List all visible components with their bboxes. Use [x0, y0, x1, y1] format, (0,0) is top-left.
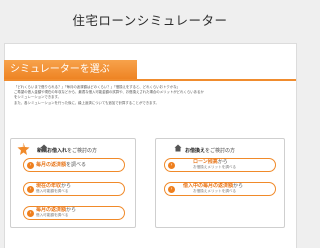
- intro-text: 「どれくらいまで借りられる？」「毎月の返済額はどのくらい？」「借換えをすると、ど…: [14, 85, 290, 106]
- button-label-rest: を調べる: [66, 161, 87, 168]
- button-label-bold: 毎月の返済額: [36, 161, 67, 168]
- arrow-icon: ›: [27, 186, 34, 193]
- button-sublabel: 借入可能額を調べる: [36, 213, 69, 218]
- button-sublabel: 借入可能額を調べる: [36, 189, 69, 194]
- new-tag: NEW: [17, 141, 30, 155]
- house-icon: [40, 144, 48, 152]
- arrow-icon: ›: [168, 186, 175, 193]
- payment-borrowing-button[interactable]: › 毎月の返済額から 借入可能額を調べる: [23, 206, 125, 220]
- page-title: 住宅ローンシミュレーター: [72, 13, 228, 28]
- intro-line: また、各シミュレーションを行った後に、繰上返済についても追加で計算することができ…: [14, 100, 159, 105]
- button-sublabel: お借換えメリットを調べる: [193, 165, 237, 170]
- arrow-icon: ›: [168, 162, 175, 169]
- new-tag-label: NEW: [18, 144, 29, 148]
- arrow-icon: ›: [27, 162, 34, 169]
- button-sublabel: お借換えメリットを調べる: [193, 189, 237, 194]
- income-borrowing-button[interactable]: › 現在の年収から 借入可能額を調べる: [23, 182, 125, 196]
- refinance-title-rest: をご検討の方: [205, 148, 236, 154]
- section-divider: [4, 79, 296, 81]
- section-header: シミュレーターを選ぶ: [4, 60, 137, 79]
- button-label: 毎月の返済額を調べる: [36, 161, 87, 169]
- new-loan-title-rest: をご検討の方: [67, 148, 98, 154]
- monthly-payment-button[interactable]: › 毎月の返済額を調べる: [23, 158, 125, 172]
- refinance-box-title: お借換えをご検討の方: [185, 147, 235, 154]
- current-payment-button[interactable]: › 借入中の毎月の返済額から お借換えメリットを調べる: [164, 182, 276, 196]
- refinance-title-bold: お借換え: [185, 148, 206, 154]
- loan-balance-button[interactable]: › ローン残高から お借換えメリットを調べる: [164, 158, 276, 172]
- arrow-icon: ›: [27, 210, 34, 217]
- house-icon: [174, 144, 182, 152]
